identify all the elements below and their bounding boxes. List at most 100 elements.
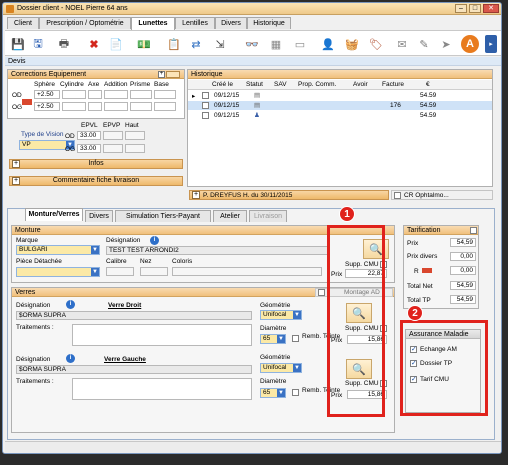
marque-select[interactable]: BULGARI ▼ [16, 245, 100, 255]
transfer-arrow-icon[interactable] [22, 99, 32, 105]
table-row[interactable]: 09/12/15 ♟ 54.59 [188, 111, 492, 120]
droit-diametre-select[interactable]: 65 ▼ [260, 334, 286, 344]
og-prisme-field[interactable] [130, 102, 152, 111]
og-cylindre-field[interactable] [62, 102, 86, 111]
table-row[interactable]: ▸ 09/12/15 ▤ 54.59 [188, 91, 492, 100]
od-epvp-field[interactable] [103, 131, 123, 140]
infos-bar[interactable]: + Infos [9, 159, 183, 169]
gauche-traitements-field[interactable] [72, 378, 252, 400]
close-button[interactable]: ✕ [483, 4, 499, 13]
od-axe-field[interactable] [88, 90, 102, 99]
calibre-field[interactable] [106, 267, 134, 276]
montage-ad-checkbox[interactable] [318, 289, 325, 296]
droit-traitements-label: Traitements : [16, 324, 54, 331]
og-haut-field[interactable] [125, 144, 145, 153]
corrections-color-box[interactable] [166, 71, 180, 78]
od-cylindre-field[interactable] [62, 90, 86, 99]
tab-lentilles[interactable]: Lentilles [175, 17, 215, 29]
export-icon[interactable]: ⇲ [211, 35, 229, 53]
money-icon[interactable]: 💵 [135, 35, 153, 53]
droit-remb-teinte-checkbox[interactable] [292, 335, 299, 342]
od-epvl-field[interactable]: 33.00 [77, 131, 101, 140]
marque-value: BULGARI [19, 246, 48, 253]
chevron-down-icon: ▼ [91, 268, 99, 276]
list-icon[interactable]: 📋 [165, 35, 183, 53]
tab-divers[interactable]: Divers [215, 17, 247, 29]
document-icon[interactable]: 📄 [107, 35, 125, 53]
tarif-total-net-field[interactable]: 54,59 [450, 281, 476, 290]
maximize-button[interactable]: □ [469, 4, 481, 13]
og-addition-field[interactable] [104, 102, 128, 111]
info-icon[interactable]: i [150, 236, 159, 245]
print-icon[interactable]: 🖶 [55, 35, 73, 53]
og-epvp-field[interactable] [103, 144, 123, 153]
gauche-designation-field[interactable]: $ORMA SUPRA [16, 365, 252, 374]
commentaire-bar[interactable]: + Commentaire fiche livraison [9, 176, 183, 186]
minimize-button[interactable]: – [455, 4, 467, 13]
og-epvl-field[interactable]: 33.00 [77, 144, 101, 153]
od-addition-field[interactable] [104, 90, 128, 99]
a-icon[interactable]: A [461, 35, 479, 53]
od-prisme-field[interactable] [130, 90, 152, 99]
tab-historique[interactable]: Historique [247, 17, 291, 29]
edit-icon[interactable]: ✎ [415, 35, 433, 53]
cr-checkbox[interactable] [394, 192, 401, 199]
row-checkbox[interactable] [202, 112, 209, 119]
og-label: OG [12, 104, 23, 111]
tarif-total-tp-field[interactable]: 54,59 [450, 295, 476, 304]
monture-designation-field[interactable]: TEST TEST ARRONDI2 [106, 246, 328, 255]
person-icon[interactable]: 👤 [319, 35, 337, 53]
piece-select[interactable]: ▼ [16, 267, 100, 277]
row-checkbox[interactable] [202, 92, 209, 99]
mail-icon[interactable]: ✉ [393, 35, 411, 53]
info-icon[interactable]: i [66, 354, 75, 363]
delete-icon[interactable]: ✖ [85, 35, 103, 53]
coloris-label: Coloris [172, 258, 193, 265]
od-haut-field[interactable] [125, 131, 145, 140]
subtab-livraison[interactable]: Livraison [249, 210, 287, 222]
gauche-diametre-select[interactable]: 65 ▼ [260, 388, 286, 398]
table-row[interactable]: 09/12/15 ▤ 176 54.59 [188, 101, 492, 110]
og-sphere-field[interactable]: +2.50 [34, 102, 60, 111]
tab-lunettes[interactable]: Lunettes [131, 17, 175, 30]
basket-icon[interactable]: 🧺 [343, 35, 361, 53]
tab-prescription[interactable]: Prescription / Optométrie [39, 17, 131, 29]
scanner-icon[interactable]: ▭ [291, 35, 309, 53]
expand-icon: + [12, 177, 20, 185]
tarif-prix-field[interactable]: 54,59 [450, 238, 476, 247]
row-checkbox[interactable] [202, 102, 209, 109]
gauche-remb-teinte-checkbox[interactable] [292, 389, 299, 396]
droit-geometrie-select[interactable]: Unifocal ▼ [260, 310, 302, 320]
col-sav: SAV [274, 81, 287, 88]
subtab-monture-verres[interactable]: Monture/Verres [25, 208, 83, 221]
subtab-simulation[interactable]: Simulation Tiers-Payant [115, 210, 211, 222]
droit-traitements-field[interactable] [72, 324, 252, 346]
tab-client[interactable]: Client [7, 17, 39, 29]
od-base-field[interactable] [154, 90, 176, 99]
coloris-field[interactable] [172, 267, 322, 276]
transfer-icon[interactable]: ⇄ [187, 35, 205, 53]
gauche-geometrie-select[interactable]: Unifocal ▼ [260, 363, 302, 373]
save-as-icon[interactable]: 🖫 [29, 35, 47, 53]
droit-designation-field[interactable]: $ORMA SUPRA [16, 311, 252, 320]
info-icon[interactable]: i [66, 300, 75, 309]
nez-field[interactable] [140, 267, 168, 276]
glasses-icon[interactable]: 👓 [243, 35, 261, 53]
tag-icon[interactable]: 🏷 [367, 35, 385, 53]
subtab-atelier[interactable]: Atelier [213, 210, 247, 222]
og-base-field[interactable] [154, 102, 176, 111]
reader-icon[interactable]: ▦ [267, 35, 285, 53]
od-sphere-field[interactable]: +2.50 [34, 90, 60, 99]
col-base: Base [154, 81, 169, 88]
save-icon[interactable]: 💾 [9, 35, 27, 53]
og-axe-field[interactable] [88, 102, 102, 111]
scroll-toolbar-icon[interactable]: ▸ [485, 35, 497, 53]
send-icon[interactable]: ➤ [437, 35, 455, 53]
tarif-prix-divers-field[interactable]: 0,00 [450, 252, 476, 261]
tarif-r-field[interactable]: 0,00 [450, 266, 476, 275]
tarification-checkbox[interactable] [470, 227, 477, 234]
prescriber-bar[interactable]: + P. DREYFUS H. du 30/11/2015 [189, 190, 389, 200]
historique-panel: Historique Créé le Statut SAV Prop. Comm… [187, 69, 493, 187]
subtab-divers[interactable]: Divers [85, 210, 113, 222]
corrections-plus-button[interactable]: + [158, 71, 165, 78]
